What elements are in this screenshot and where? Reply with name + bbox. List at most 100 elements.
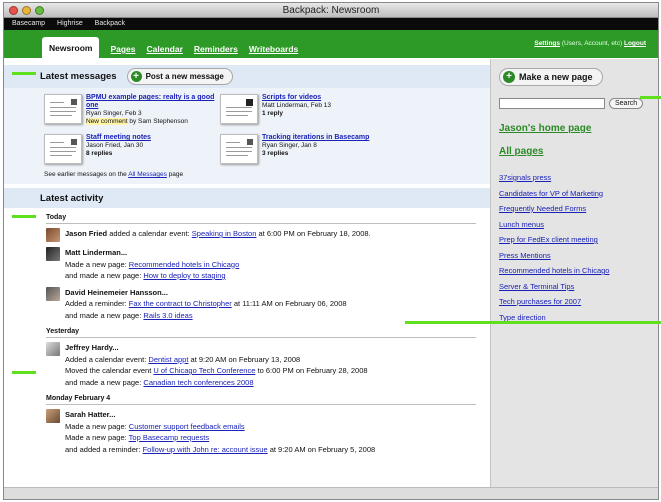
all-pages-link[interactable]: All pages xyxy=(499,146,543,157)
post-new-message-button[interactable]: + Post a new message xyxy=(126,68,233,85)
message-meta: Ryan Singer, Feb 3 xyxy=(86,110,142,117)
activity-link[interactable]: U of Chicago Tech Conference xyxy=(153,366,255,375)
activity-link[interactable]: Dentist appt xyxy=(148,355,188,364)
main-content: Latest messages + Post a new message BPM… xyxy=(4,59,490,499)
avatar[interactable] xyxy=(46,409,60,423)
activity-link[interactable]: Top Basecamp requests xyxy=(129,433,209,442)
tab-writeboards[interactable]: Writeboards xyxy=(249,44,298,58)
document-thumbnail-icon[interactable] xyxy=(220,134,258,164)
search-input[interactable] xyxy=(499,98,605,109)
day-heading: Yesterday xyxy=(46,328,476,338)
latest-messages-header: Latest messages + Post a new message xyxy=(4,65,490,88)
page-link[interactable]: Server & Terminal Tips xyxy=(499,282,574,291)
tab-reminders[interactable]: Reminders xyxy=(194,44,238,58)
activity-link[interactable]: Rails 3.0 ideas xyxy=(143,311,192,320)
day-heading: Today xyxy=(46,214,476,224)
close-window-icon[interactable] xyxy=(9,6,18,15)
activity-entry: Matt Linderman... Made a new page: Recom… xyxy=(46,247,476,282)
all-messages-link[interactable]: All Messages xyxy=(128,171,167,178)
avatar[interactable] xyxy=(46,342,60,356)
message-title-link[interactable]: Tracking iterations in Basecamp xyxy=(262,134,369,141)
message-item: Tracking iterations in Basecamp Ryan Sin… xyxy=(220,134,420,164)
day-heading: Monday February 4 xyxy=(46,395,476,405)
message-title-link[interactable]: BPMU example pages: realty is a good one xyxy=(86,94,214,109)
activity-text: Made a new page: xyxy=(65,259,129,269)
new-comment-badge: New comment xyxy=(86,118,128,125)
plus-icon: + xyxy=(130,71,142,82)
activity-feed: Today Jason Fried added a calendar event… xyxy=(4,208,490,455)
activity-link[interactable]: How to deploy to staging xyxy=(143,271,225,280)
window-title: Backpack: Newsroom xyxy=(282,5,380,16)
logout-link[interactable]: Logout xyxy=(624,40,646,47)
activity-link[interactable]: Fax the contract to Christopher xyxy=(129,299,232,308)
account-links: Settings (Users, Account, etc) Logout xyxy=(534,40,646,47)
activity-link[interactable]: Recommended hotels in Chicago xyxy=(129,260,239,269)
message-meta: Jason Fried, Jan 30 xyxy=(86,142,144,149)
callout-marker xyxy=(12,215,36,218)
make-new-page-button[interactable]: + Make a new page xyxy=(499,68,603,86)
activity-text: and made a new page: xyxy=(65,310,144,320)
page-link[interactable]: Recommended hotels in Chicago xyxy=(499,266,609,275)
sidebar: + Make a new page Search Jason's home pa… xyxy=(490,59,658,499)
post-new-message-label: Post a new message xyxy=(145,72,224,81)
tab-calendar[interactable]: Calendar xyxy=(147,44,183,58)
activity-link[interactable]: Follow-up with John re: account issue xyxy=(143,445,268,454)
avatar[interactable] xyxy=(46,247,60,261)
earlier-messages-note: See earlier messages on the All Messages… xyxy=(4,164,490,178)
main-nav: Newsroom Pages Calendar Reminders Writeb… xyxy=(4,30,658,58)
page-link[interactable]: Prep for FedEx client meeting xyxy=(499,235,598,244)
message-note: 1 reply xyxy=(262,110,283,117)
activity-user-name: Matt Linderman... xyxy=(65,248,128,257)
document-thumbnail-icon[interactable] xyxy=(44,134,82,164)
app-link-backpack[interactable]: Backpack xyxy=(95,20,125,27)
page-link[interactable]: 37signals press xyxy=(499,173,551,182)
message-note: 8 replies xyxy=(86,150,113,157)
title-bar: Backpack: Newsroom xyxy=(4,3,658,18)
activity-text: Made a new page: xyxy=(65,433,129,442)
activity-link[interactable]: Customer support feedback emails xyxy=(129,422,245,431)
horizontal-scrollbar[interactable] xyxy=(4,487,658,499)
tab-pages[interactable]: Pages xyxy=(110,44,135,58)
nav-tabs: Newsroom Pages Calendar Reminders Writeb… xyxy=(42,37,298,58)
callout-marker xyxy=(640,96,661,99)
activity-entry: Jeffrey Hardy... Added a calendar event:… xyxy=(46,342,476,388)
page-link[interactable]: Lunch menus xyxy=(499,220,544,229)
page-link[interactable]: Tech purchases for 2007 xyxy=(499,297,581,306)
message-title-link[interactable]: Staff meeting notes xyxy=(86,134,151,141)
message-note: 3 replies xyxy=(262,150,289,157)
home-page-link[interactable]: Jason's home page xyxy=(499,123,591,134)
activity-user-name: Jason Fried xyxy=(65,229,108,238)
activity-link[interactable]: Speaking in Boston xyxy=(192,229,257,238)
avatar[interactable] xyxy=(46,228,60,242)
settings-link[interactable]: Settings xyxy=(534,40,560,47)
activity-text: and made a new page: xyxy=(65,271,144,280)
page-link[interactable]: Frequently Needed Forms xyxy=(499,204,586,213)
primary-page-links: Jason's home page All pages xyxy=(491,109,658,159)
message-meta: Ryan Singer, Jan 8 xyxy=(262,142,317,149)
activity-text: Added a calendar event: xyxy=(65,354,149,364)
document-thumbnail-icon[interactable] xyxy=(220,94,258,124)
app-switcher-bar: Basecamp Highrise Backpack xyxy=(4,18,658,30)
activity-entry: Sarah Hatter... Made a new page: Custome… xyxy=(46,409,476,455)
app-link-basecamp[interactable]: Basecamp xyxy=(12,20,45,27)
search-button[interactable]: Search xyxy=(609,98,644,109)
messages-grid: BPMU example pages: realty is a good one… xyxy=(4,88,490,164)
activity-text: Added a reminder: xyxy=(65,299,129,308)
tab-newsroom[interactable]: Newsroom xyxy=(42,37,100,58)
page-link[interactable]: Press Mentions xyxy=(499,251,551,260)
zoom-window-icon[interactable] xyxy=(35,6,44,15)
activity-link[interactable]: Canadian tech conferences 2008 xyxy=(143,378,253,387)
activity-entry: Jason Fried added a calendar event: Spea… xyxy=(46,228,476,242)
page-link[interactable]: Candidates for VP of Marketing xyxy=(499,189,603,198)
minimize-window-icon[interactable] xyxy=(22,6,31,15)
callout-marker xyxy=(12,371,36,374)
activity-text: and made a new page: xyxy=(65,377,144,387)
app-link-highrise[interactable]: Highrise xyxy=(57,20,83,27)
make-new-page-label: Make a new page xyxy=(519,72,593,82)
avatar[interactable] xyxy=(46,286,60,301)
message-title-link[interactable]: Scripts for videos xyxy=(262,94,321,101)
message-note: by Sam Stephenson xyxy=(127,118,188,125)
document-thumbnail-icon[interactable] xyxy=(44,94,82,124)
message-item: Scripts for videos Matt Linderman, Feb 1… xyxy=(220,94,420,126)
callout-marker xyxy=(405,321,661,324)
